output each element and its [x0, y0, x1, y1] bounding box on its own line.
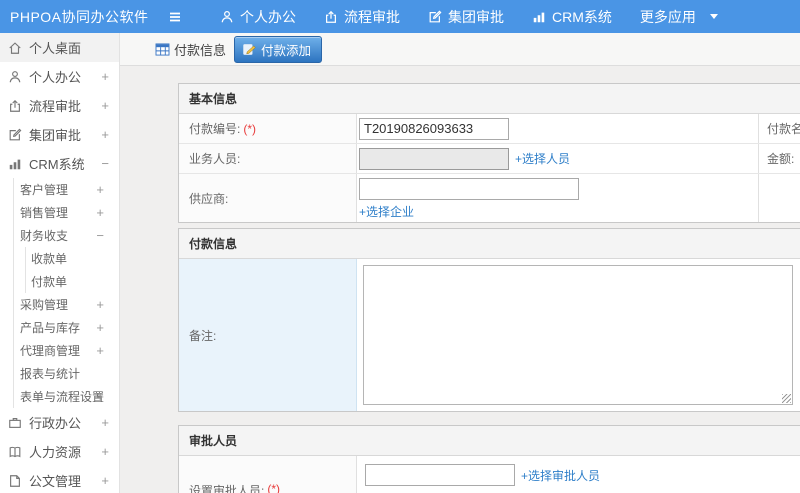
nav-label: 流程审批 — [344, 8, 400, 25]
select-person-link[interactable]: +选择人员 — [515, 150, 570, 167]
nav-personal-office[interactable]: 个人办公 — [206, 0, 310, 33]
nav-flow-approval[interactable]: 流程审批 — [310, 0, 414, 33]
nav-label: 个人办公 — [240, 8, 296, 25]
salesperson-input[interactable] — [359, 147, 509, 170]
nav-more-apps[interactable]: 更多应用 — [626, 0, 732, 33]
payment-add-form: 基本信息 付款编号: (*) 付款名称: (*) — [178, 83, 800, 493]
tab-label: 付款信息 — [174, 42, 227, 58]
section-title: 付款信息 — [179, 229, 800, 259]
app-title: PHPOA协同办公软件 — [10, 8, 149, 25]
section-basic-info: 基本信息 付款编号: (*) 付款名称: (*) — [178, 83, 800, 223]
nav-label: 更多应用 — [639, 8, 696, 25]
sidebar-item-finance-inout[interactable]: 财务收支 − — [14, 224, 119, 247]
section-payment-info: 付款信息 备注: — [178, 228, 800, 412]
sidebar-item-admin-office[interactable]: 行政办公 + — [0, 408, 119, 437]
sidebar: 个人桌面 个人办公 + 流程审批 + 集团审批 + CRM系统 − 客户管理 + — [0, 33, 120, 493]
nav-crm-system[interactable]: CRM系统 — [518, 0, 626, 33]
payment-no-label: 付款编号: — [189, 122, 241, 136]
sidebar-item-document-mgmt[interactable]: 公文管理 + — [0, 466, 119, 493]
edit-square-icon — [428, 10, 442, 24]
select-enterprise-link[interactable]: +选择企业 — [359, 203, 414, 220]
set-approver-label: 设置审批人员: — [189, 484, 265, 493]
tab-payment-add[interactable]: 付款添加 — [234, 35, 323, 63]
field-row-salesperson: 业务人员: +选择人员 金额: — [179, 144, 800, 174]
nav-group-approval[interactable]: 集团审批 — [414, 0, 518, 33]
sidebar-item-form-flow-settings[interactable]: 表单与流程设置 + — [14, 385, 119, 408]
sidebar-item-personal-office[interactable]: 个人办公 + — [0, 62, 119, 91]
edit-add-icon — [242, 43, 257, 56]
sidebar-item-personal-desktop[interactable]: 个人桌面 — [0, 33, 119, 62]
payment-name-label: 付款名称: — [767, 122, 800, 136]
field-row-remark: 备注: — [179, 259, 800, 411]
top-navbar: PHPOA协同办公软件 个人办公 流程审批 集团审批 CRM系统 更多应用 — [0, 0, 800, 33]
bar-chart-icon — [532, 10, 546, 24]
table-icon — [155, 42, 170, 56]
sidebar-item-agent-mgmt[interactable]: 代理商管理 + — [14, 339, 119, 362]
flow-approval-icon — [7, 98, 23, 114]
home-icon — [7, 40, 23, 56]
tab-payment-info[interactable]: 付款信息 — [155, 40, 226, 59]
section-title: 审批人员 — [179, 426, 800, 456]
edit-square-icon — [7, 127, 23, 143]
amount-label: 金额: — [767, 152, 795, 166]
resize-handle[interactable] — [782, 394, 791, 403]
required-mark: (*) — [243, 121, 257, 136]
salesperson-label: 业务人员: — [189, 152, 241, 166]
flow-approval-icon — [324, 10, 338, 24]
remark-label: 备注: — [189, 328, 217, 343]
section-title: 基本信息 — [179, 84, 800, 114]
field-row-payment-no: 付款编号: (*) 付款名称: (*) — [179, 114, 800, 144]
select-approver-link[interactable]: +选择审批人员 — [521, 467, 600, 484]
hamburger-icon[interactable] — [158, 9, 192, 25]
approver-input[interactable] — [365, 464, 515, 486]
document-icon — [7, 473, 23, 489]
field-row-set-approver: 设置审批人员: (*) +选择审批人员 提醒审批人员: 短消息提示 — [179, 456, 800, 493]
payment-no-input[interactable] — [359, 117, 509, 140]
person-icon — [220, 10, 234, 24]
book-icon — [7, 444, 23, 460]
sidebar-item-crm-system[interactable]: CRM系统 − — [0, 149, 119, 178]
sidebar-item-purchase-mgmt[interactable]: 采购管理 + — [14, 293, 119, 316]
top-nav-menu: 个人办公 流程审批 集团审批 CRM系统 更多应用 — [206, 0, 732, 33]
supplier-input[interactable] — [359, 178, 579, 200]
person-icon — [7, 69, 23, 85]
sidebar-item-human-resources[interactable]: 人力资源 + — [0, 437, 119, 466]
remark-textarea[interactable] — [363, 265, 793, 405]
field-row-supplier: 供应商: +选择企业 — [179, 174, 800, 222]
sidebar-item-flow-approval[interactable]: 流程审批 + — [0, 91, 119, 120]
sidebar-item-reports-stats[interactable]: 报表与统计 — [14, 362, 119, 385]
sidebar-item-group-approval[interactable]: 集团审批 + — [0, 120, 119, 149]
nav-label: CRM系统 — [552, 8, 612, 25]
bar-chart-icon — [7, 156, 23, 172]
briefcase-icon — [7, 415, 23, 431]
section-approvers: 审批人员 设置审批人员: (*) +选择审批人员 提醒审批人员: — [178, 425, 800, 493]
sidebar-item-payment-order[interactable]: 付款单 — [26, 270, 119, 293]
finance-submenu: 收款单 付款单 — [25, 247, 119, 293]
content-area: 付款信息 付款添加 基本信息 付款编号: (*) T20190826093633… — [120, 33, 800, 493]
tab-label: 付款添加 — [261, 43, 312, 58]
tab-bar: 付款信息 付款添加 — [120, 33, 800, 66]
crm-submenu: 客户管理 + 销售管理 + 财务收支 − 收款单 付款单 采购管理 + 产品与库… — [13, 178, 119, 408]
sidebar-item-receipt-order[interactable]: 收款单 — [26, 247, 119, 270]
required-mark: (*) — [267, 482, 281, 493]
caret-down-icon — [709, 14, 718, 19]
sidebar-item-sales-mgmt[interactable]: 销售管理 + — [14, 201, 119, 224]
sidebar-item-product-inventory[interactable]: 产品与库存 + — [14, 316, 119, 339]
nav-label: 集团审批 — [448, 8, 504, 25]
sidebar-item-customer-mgmt[interactable]: 客户管理 + — [14, 178, 119, 201]
supplier-label: 供应商: — [189, 191, 229, 206]
